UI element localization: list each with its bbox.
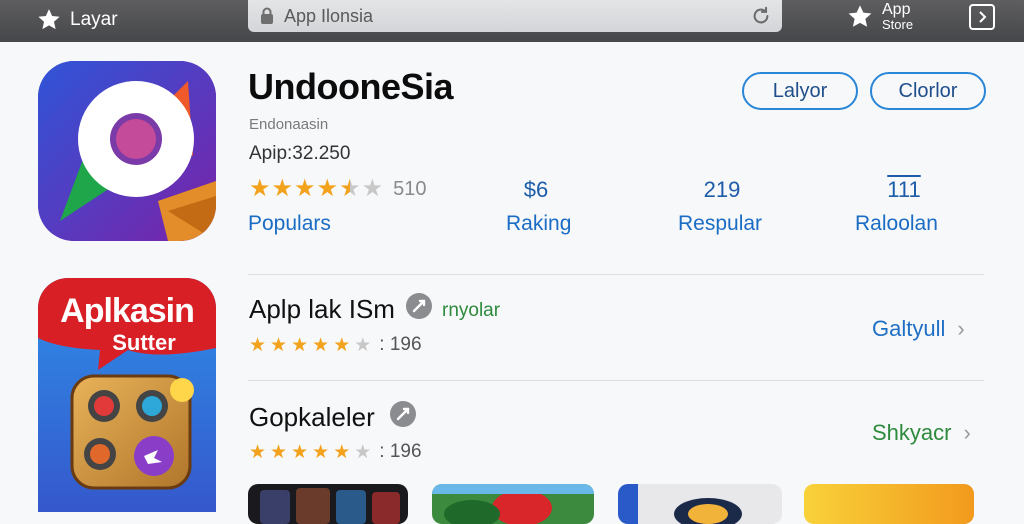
featured-rating: ★ ★ ★ ★ ★ ★ 510	[249, 177, 426, 201]
star-full-icon: ★	[316, 175, 339, 202]
rating-count: : 196	[379, 334, 422, 355]
icon-text: Aplkasin	[60, 292, 195, 330]
star-full-icon: ★	[333, 441, 351, 463]
star-empty-icon: ★	[354, 441, 372, 463]
star-icon	[848, 5, 872, 27]
list-app-icon[interactable]: Aplkasin Sutter	[38, 278, 216, 512]
star-empty-icon: ★	[361, 175, 384, 202]
screenshot-image	[804, 484, 974, 524]
list-item-action[interactable]: Galtyull ›	[872, 316, 965, 342]
secondary-action-button[interactable]: Clorlor	[870, 72, 986, 110]
app-store-button[interactable]: App Store	[846, 0, 922, 34]
lock-icon	[261, 7, 273, 24]
star-full-icon: ★	[270, 441, 288, 463]
favorites-label: Layar	[70, 9, 118, 30]
stat-value: 111	[887, 177, 921, 202]
star-full-icon: ★	[294, 175, 316, 202]
chevron-right-icon: ›	[963, 420, 971, 445]
stat-value: 219	[703, 177, 741, 202]
star-full-icon: ★	[249, 441, 267, 463]
star-full-icon: ★	[312, 334, 330, 356]
star-full-icon: ★	[271, 175, 294, 202]
app-developer[interactable]: Endonaasin	[249, 116, 328, 133]
chevron-right-icon: ›	[957, 316, 965, 341]
list-item-name: Aplp lak ISm	[249, 294, 395, 324]
stat-populars[interactable]: Populars	[248, 212, 331, 236]
list-item-tag: rnyolar	[442, 300, 501, 321]
list-item-rating: ★ ★ ★ ★ ★ ★ : 196	[249, 441, 422, 463]
star-full-icon: ★	[291, 334, 309, 356]
reload-icon[interactable]	[750, 5, 772, 27]
app-size: Apip:32.250	[249, 143, 351, 164]
app-logo-icon	[38, 61, 216, 241]
rating-count-value: 196	[389, 334, 422, 355]
top-bar: Layar App Ilonsia App Store	[0, 0, 1024, 42]
address-bar[interactable]: App Ilonsia	[248, 0, 782, 32]
star-half-icon: ★	[339, 175, 361, 202]
stat-label: Raloolan	[855, 212, 938, 235]
stat-label: Populars	[248, 212, 331, 235]
app-store-label-line1: App	[882, 1, 911, 18]
star-icon	[38, 9, 60, 30]
badge-icon	[390, 401, 416, 427]
stat-ranking[interactable]: Raking	[506, 212, 571, 236]
screenshot-image	[618, 484, 782, 524]
badge-icon	[406, 293, 432, 319]
screenshot-thumb[interactable]	[432, 484, 594, 524]
stat-raloolan[interactable]: Raloolan	[855, 212, 938, 236]
list-item-action-label: Shkyacr	[872, 420, 952, 445]
share-icon	[979, 11, 987, 23]
divider	[248, 274, 984, 275]
primary-action-button[interactable]: Lalyor	[742, 72, 858, 110]
stat-respular-value: 219	[700, 177, 744, 203]
list-item-action-label: Galtyull	[872, 316, 946, 341]
stat-value: $6	[523, 177, 549, 202]
screenshot-thumb[interactable]	[804, 484, 974, 524]
star-full-icon: ★	[333, 334, 351, 356]
star-full-icon: ★	[270, 334, 288, 356]
featured-app-icon[interactable]	[38, 61, 216, 241]
screenshot-image	[248, 484, 408, 524]
stat-respular[interactable]: Respular	[678, 212, 762, 236]
app-store-label-line2: Store	[882, 17, 914, 32]
screenshot-image	[432, 484, 594, 524]
rating-count: : 196	[379, 441, 422, 462]
star-full-icon: ★	[312, 441, 330, 463]
rating-count-value: 196	[389, 441, 422, 462]
screenshot-thumb[interactable]	[248, 484, 408, 524]
rating-count: 510	[393, 177, 427, 200]
screenshot-thumb[interactable]	[618, 484, 782, 524]
star-full-icon: ★	[249, 334, 267, 356]
share-button[interactable]	[969, 4, 995, 30]
app-title: UndooneSia	[248, 66, 454, 107]
favorites-button[interactable]: Layar	[36, 6, 118, 34]
star-full-icon: ★	[249, 175, 271, 202]
star-empty-icon: ★	[354, 334, 372, 356]
list-item-name: Gopkaleler	[249, 402, 375, 432]
icon-subtext: Sutter	[112, 330, 176, 355]
list-item-rating: ★ ★ ★ ★ ★ ★ : 196	[249, 334, 422, 356]
address-text: App Ilonsia	[284, 5, 374, 26]
list-item-action[interactable]: Shkyacr ›	[872, 420, 971, 446]
star-full-icon: ★	[291, 441, 309, 463]
star-rating: ★ ★ ★ ★ ★ ★	[249, 177, 383, 201]
stat-raloolan-value: 111	[884, 177, 924, 203]
app-store-label: App Store	[882, 1, 922, 33]
divider	[248, 380, 984, 381]
stat-label: Respular	[678, 212, 763, 235]
stat-rank: $6	[520, 177, 552, 203]
stat-label: Raking	[506, 212, 572, 235]
